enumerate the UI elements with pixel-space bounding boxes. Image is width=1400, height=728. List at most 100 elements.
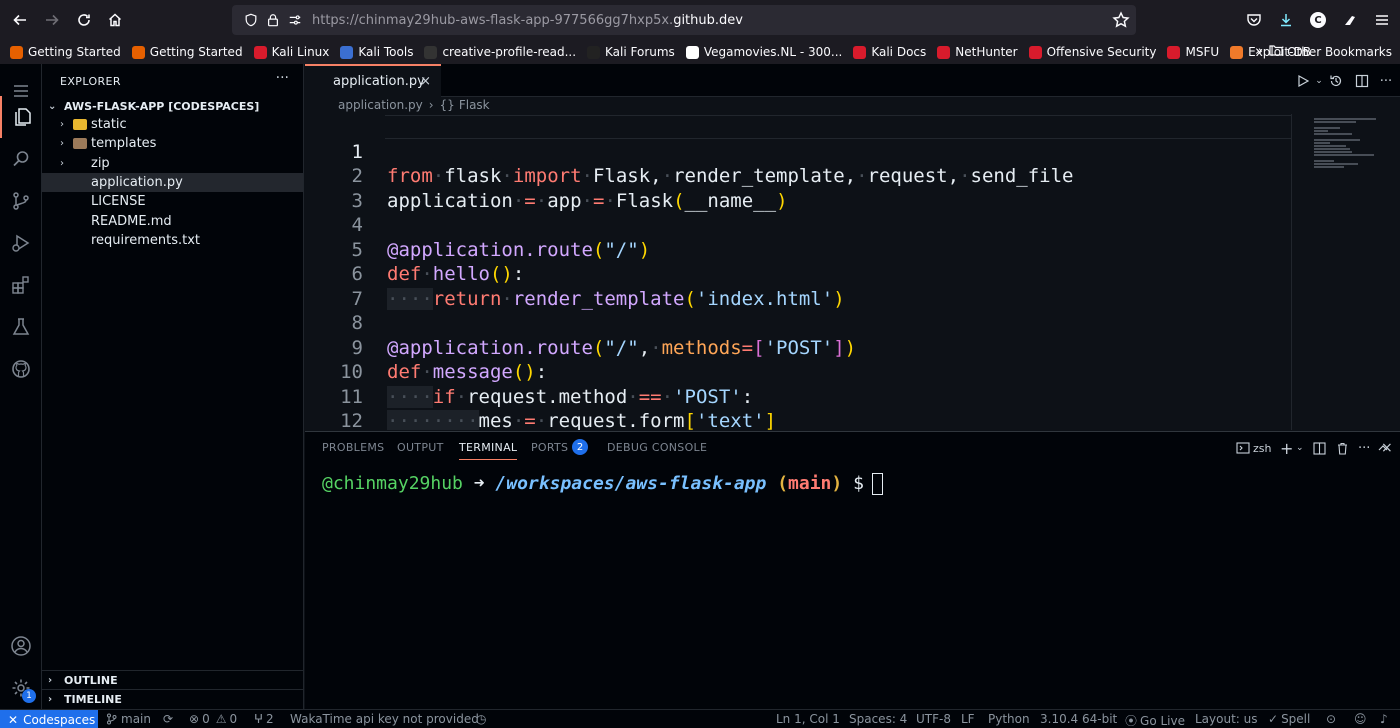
- shield-icon[interactable]: [240, 13, 262, 27]
- code-line[interactable]: 13 ········return·render_template('index…: [305, 409, 1305, 430]
- code-line[interactable]: 3: [305, 164, 1305, 212]
- close-panel-icon[interactable]: ×: [1381, 439, 1393, 457]
- end-of-line[interactable]: LF: [961, 712, 975, 726]
- tab-application-py[interactable]: application.py ×: [305, 64, 441, 97]
- bookmark-item[interactable]: Kali Linux: [253, 45, 329, 59]
- tree-folder[interactable]: › static: [42, 115, 303, 134]
- bookmark-star-icon[interactable]: [1112, 11, 1130, 29]
- cursor-position[interactable]: Ln 1, Col 1: [776, 712, 840, 726]
- terminal-dropdown-chevron-icon[interactable]: ⌄: [1296, 439, 1304, 457]
- extensions-icon[interactable]: [0, 264, 42, 306]
- run-debug-icon[interactable]: [0, 222, 42, 264]
- encoding[interactable]: UTF-8: [916, 712, 951, 726]
- url-bar[interactable]: https://chinmay29hub-aws-flask-app-97756…: [232, 5, 1136, 35]
- bookmark-item[interactable]: Vegamovies.NL - 300...: [685, 45, 842, 59]
- code-editor[interactable]: 1 from·flask·import·Flask,·render_templa…: [305, 114, 1400, 430]
- wakatime-status[interactable]: WakaTime api key not provided: [290, 712, 479, 726]
- sync-icon[interactable]: ⟳: [163, 712, 173, 726]
- explorer-files-icon[interactable]: [0, 96, 42, 138]
- code-line[interactable]: 6 ····return·render_template('index.html…: [305, 238, 1305, 310]
- outline-section-header[interactable]: › OUTLINE: [42, 670, 303, 690]
- extension-icon[interactable]: [1338, 8, 1362, 32]
- profile-avatar[interactable]: C: [1306, 8, 1330, 32]
- tree-file[interactable]: LICENSE: [42, 192, 303, 211]
- code-line[interactable]: 9 def·message():: [305, 311, 1305, 384]
- new-terminal-plus-icon[interactable]: +: [1280, 439, 1293, 458]
- indentation[interactable]: Spaces: 4: [849, 712, 907, 726]
- problems-indicator[interactable]: ⊗ 0 ⚠ 0: [189, 712, 237, 726]
- python-interpreter[interactable]: 3.10.4 64-bit: [1040, 712, 1117, 726]
- testing-flask-icon[interactable]: [0, 306, 42, 348]
- split-editor-icon[interactable]: [1353, 72, 1371, 90]
- pocket-icon[interactable]: [1242, 8, 1266, 32]
- tree-file[interactable]: README.md: [42, 212, 303, 231]
- split-terminal-icon[interactable]: [1313, 439, 1326, 457]
- other-bookmarks[interactable]: Other Bookmarks: [1269, 44, 1392, 59]
- timeline-section-header[interactable]: › TIMELINE: [42, 689, 303, 709]
- tab-problems[interactable]: PROBLEMS: [322, 441, 384, 454]
- accounts-icon[interactable]: [0, 625, 42, 667]
- bookmark-item[interactable]: Kali Docs: [853, 45, 926, 59]
- bookmark-item[interactable]: Offensive Security: [1028, 45, 1156, 59]
- github-icon[interactable]: [0, 348, 42, 390]
- code-line[interactable]: 7: [305, 262, 1305, 310]
- downloads-icon[interactable]: [1274, 8, 1298, 32]
- bookmark-item[interactable]: NetHunter: [937, 45, 1018, 59]
- remote-indicator-button[interactable]: ✕ Codespaces: [0, 710, 98, 728]
- copilot-icon[interactable]: ⊙: [1326, 712, 1336, 726]
- project-section-header[interactable]: ⌄ AWS-FLASK-APP [CODESPACES]: [42, 96, 303, 116]
- back-arrow-icon[interactable]: [4, 4, 36, 36]
- settings-gear-icon[interactable]: 1: [0, 667, 42, 709]
- notifications-bell-icon[interactable]: ♪: [1380, 712, 1388, 726]
- run-dropdown-chevron-icon[interactable]: ⌄: [1310, 72, 1328, 90]
- home-icon[interactable]: [99, 4, 131, 36]
- bookmark-item[interactable]: Kali Forums: [587, 45, 675, 59]
- bookmarks-overflow-chevron-icon[interactable]: »: [1255, 44, 1263, 59]
- tree-folder[interactable]: › zip: [42, 154, 303, 173]
- reload-icon[interactable]: [68, 4, 100, 36]
- code-line[interactable]: 5 def·hello():: [305, 213, 1305, 286]
- tree-file[interactable]: application.py: [42, 173, 303, 192]
- tree-folder[interactable]: › templates: [42, 134, 303, 153]
- close-icon[interactable]: ×: [420, 74, 431, 89]
- spell-check[interactable]: ✓ Spell: [1268, 712, 1310, 726]
- bookmark-item[interactable]: creative-profile-read...: [424, 45, 576, 59]
- bookmark-item[interactable]: MSFU: [1167, 45, 1219, 59]
- terminal-shell-selector[interactable]: zsh: [1236, 439, 1271, 457]
- forwarded-ports-indicator[interactable]: ⵖ 2: [254, 712, 274, 726]
- code-line[interactable]: 11 ········mes·=·request.form['text']: [305, 360, 1305, 430]
- editor-more-actions-icon[interactable]: ···: [1377, 72, 1395, 90]
- tab-ports[interactable]: PORTS: [531, 441, 568, 454]
- code-line[interactable]: 1 from·flask·import·Flask,·render_templa…: [305, 115, 1305, 188]
- source-control-icon[interactable]: [0, 180, 42, 222]
- forward-arrow-icon[interactable]: [36, 4, 68, 36]
- minimap[interactable]: [1291, 114, 1399, 430]
- tab-terminal[interactable]: TERMINAL: [459, 441, 518, 460]
- menu-icon[interactable]: [1370, 8, 1394, 32]
- history-clock-icon[interactable]: ◷: [476, 712, 486, 726]
- code-line[interactable]: 2 application·=·app·=·Flask(__name__): [305, 140, 1305, 212]
- permissions-icon[interactable]: [284, 13, 306, 27]
- branch-indicator[interactable]: main: [106, 712, 151, 726]
- terminal-prompt[interactable]: @chinmay29hub ➜ /workspaces/aws-flask-ap…: [322, 472, 883, 496]
- tab-debug-console[interactable]: DEBUG CONSOLE: [607, 441, 707, 454]
- bookmark-item[interactable]: Getting Started: [131, 45, 243, 59]
- lock-icon[interactable]: [262, 13, 284, 27]
- bookmark-item[interactable]: Kali Tools: [340, 45, 413, 59]
- language-mode[interactable]: Python: [988, 712, 1030, 726]
- search-icon[interactable]: [0, 138, 42, 180]
- feedback-icon[interactable]: ☺: [1354, 712, 1367, 726]
- breadcrumb-symbol[interactable]: Flask: [459, 98, 490, 112]
- keyboard-layout[interactable]: Layout: us: [1195, 712, 1258, 726]
- code-line[interactable]: 10 ····if·request.method·==·'POST':: [305, 336, 1305, 408]
- code-line[interactable]: 8 @application.route("/",·methods=['POST…: [305, 287, 1305, 359]
- breadcrumb-file[interactable]: application.py: [338, 98, 423, 112]
- more-actions-icon[interactable]: ···: [276, 70, 289, 86]
- go-live-button[interactable]: ⦿ Go Live: [1125, 712, 1185, 728]
- trash-icon[interactable]: [1336, 439, 1349, 457]
- tree-file[interactable]: requirements.txt: [42, 231, 303, 250]
- tab-output[interactable]: OUTPUT: [397, 441, 444, 454]
- code-line[interactable]: 4 @application.route("/"): [305, 189, 1305, 261]
- code-line[interactable]: 12 ········message·=·"You·said:·"·+·mes: [305, 385, 1305, 430]
- open-changes-icon[interactable]: [1327, 72, 1345, 90]
